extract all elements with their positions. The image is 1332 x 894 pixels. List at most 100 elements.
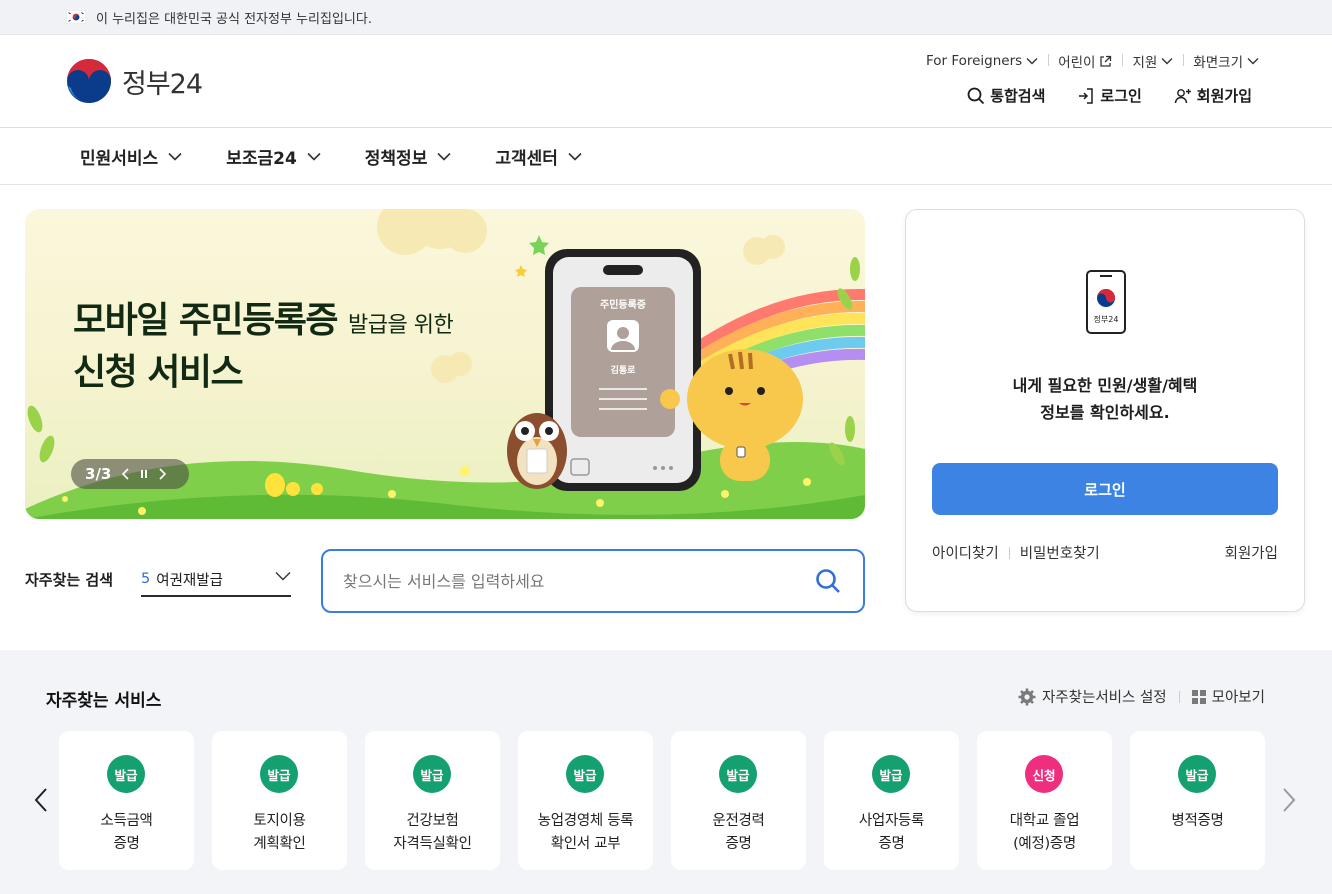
service-card[interactable]: 발급 농업경영체 등록 확인서 교부 [518,731,653,870]
popular-keyword: 여권재발급 [156,572,223,589]
section-title: 자주찾는 서비스 [46,691,162,711]
banner-pager: 3/3 [71,459,189,489]
service-name: 소득금액 증명 [100,813,153,852]
external-link-icon [1100,55,1112,67]
nav-label: 민원서비스 [80,148,159,169]
issue-badge: 발급 [413,755,451,793]
service-name: 토지이용 계획확인 [253,813,306,852]
nav-item-policy-info[interactable]: 정책정보 [365,144,452,169]
chevron-right-icon[interactable] [1280,786,1298,814]
favorite-settings-link[interactable]: 자주찾는서비스 설정 [1018,686,1167,707]
gov-notice-strip: 이 누리집은 대한민국 공식 전자정부 누리집입니다. [0,0,1332,35]
issue-badge: 발급 [107,755,145,793]
chevron-down-icon [568,152,582,161]
favorite-services-section: 자주찾는 서비스 자주찾는서비스 설정 모아보기 발급 소득금액 증명 발급 토… [0,650,1332,894]
banner-headline: 모바일 주민등록증 발급을 위한 [73,291,454,343]
issue-badge: 발급 [1178,755,1216,793]
util-support[interactable]: 지원 [1122,51,1183,71]
chevron-left-icon[interactable] [32,786,50,814]
nav-item-subsidy24[interactable]: 보조금24 [226,144,321,169]
chevron-down-icon [1247,58,1259,65]
gov24-logo[interactable]: 정부24 [66,58,203,104]
search-icon[interactable] [815,568,841,594]
next-slide-icon[interactable] [158,468,167,480]
service-name: 병적증명 [1171,813,1224,829]
korean-flag-icon [66,10,86,24]
grid-icon [1191,689,1206,704]
banner-slide-counter: 3/3 [85,465,112,483]
chevron-down-icon [275,572,291,581]
banner-headline-line2: 신청 서비스 [73,352,244,393]
login-card: 정부24 내게 필요한 민원/생활/혜택 정보를 확인하세요. 로그인 아이디찾… [905,209,1305,612]
mobile-icon-brand: 정부24 [1094,314,1119,324]
popular-search-select[interactable]: 5 여권재발급 [141,563,291,597]
gear-icon [1018,688,1036,705]
service-card[interactable]: 발급 소득금액 증명 [59,731,194,870]
service-name: 운전경력 증명 [712,813,765,852]
util-label: 어린이 [1058,55,1096,71]
view-all-link[interactable]: 모아보기 [1191,686,1265,707]
chevron-down-icon [437,152,451,161]
service-card[interactable]: 발급 건강보험 자격득실확인 [365,731,500,870]
service-name: 건강보험 자격득실확인 [393,813,472,852]
login-label: 로그인 [1100,87,1142,105]
settings-label: 자주찾는서비스 설정 [1041,690,1167,706]
util-label: 화면크기 [1193,55,1243,71]
util-label: 지원 [1132,55,1158,71]
service-card[interactable]: 발급 사업자등록 증명 [824,731,959,870]
site-header: 정부24 For Foreigners 어린이 지원 화면크기 통합검색 로그인 [0,35,1332,128]
nav-item-customer-center[interactable]: 고객센터 [495,144,582,169]
find-id-link[interactable]: 아이디찾기 [932,542,999,563]
service-card[interactable]: 발급 병적증명 [1130,731,1265,870]
service-search-box [321,549,865,613]
search-icon [967,87,985,104]
nav-item-civil-services[interactable]: 민원서비스 [80,144,182,169]
nav-label: 보조금24 [226,148,297,169]
nav-label: 정책정보 [364,148,428,169]
mobile-gov24-icon: 정부24 [1086,270,1126,334]
popular-rank: 5 [141,571,151,587]
add-user-icon [1174,88,1191,103]
pause-icon[interactable] [140,469,148,479]
signup-link[interactable]: 회원가입 [1225,542,1278,563]
favorite-service-cards: 발급 소득금액 증명 발급 토지이용 계획확인 발급 건강보험 자격득실확인 발… [59,731,1265,870]
banner-title-bold: 모바일 주민등록증 [73,300,339,341]
favorite-tools: 자주찾는서비스 설정 모아보기 [1018,686,1265,707]
account-links: 아이디찾기 비밀번호찾기 회원가입 [932,542,1278,563]
divider [1008,546,1010,559]
login-message-line2: 정보를 확인하세요. [1040,403,1170,422]
chevron-down-icon [307,152,321,161]
header-actions: 통합검색 로그인 회원가입 [967,85,1252,106]
quick-search-label: 자주찾는 검색 [25,571,114,589]
login-message: 내게 필요한 민원/생활/혜택 정보를 확인하세요. [906,372,1304,426]
util-label: For Foreigners [925,53,1023,69]
service-card[interactable]: 신청 대학교 졸업 (예정)증명 [977,731,1112,870]
service-card[interactable]: 발급 토지이용 계획확인 [212,731,347,870]
chevron-down-icon [168,152,182,161]
promo-banner[interactable]: 주민등록증 김통로 모바일 주민등록증 발급을 위한 신청 서비스 3/3 [25,209,865,519]
util-kids[interactable]: 어린이 [1048,51,1122,71]
banner-title-rest: 발급을 위한 [348,313,454,338]
issue-badge: 발급 [260,755,298,793]
signup-link[interactable]: 회원가입 [1174,85,1252,106]
login-link[interactable]: 로그인 [1077,85,1142,106]
integrated-search-link[interactable]: 통합검색 [967,85,1045,106]
service-name: 농업경영체 등록 확인서 교부 [537,813,634,852]
taegeuk-logo-icon [67,59,111,103]
find-password-link[interactable]: 비밀번호찾기 [1020,542,1100,563]
prev-slide-icon[interactable] [121,468,130,480]
login-icon [1079,87,1094,104]
service-name: 사업자등록 증명 [858,813,925,852]
logo-text: 정부24 [122,68,203,100]
util-for-foreigners[interactable]: For Foreigners [916,53,1048,69]
service-search-input[interactable] [343,571,783,591]
signup-label: 회원가입 [1196,87,1252,105]
view-all-label: 모아보기 [1211,690,1265,706]
util-screen-size[interactable]: 화면크기 [1183,51,1259,71]
service-card[interactable]: 발급 운전경력 증명 [671,731,806,870]
id-card-title: 주민등록증 [600,298,646,311]
nav-label: 고객센터 [495,148,558,169]
id-card-name: 김통로 [611,364,637,376]
login-message-line1: 내게 필요한 민원/생활/혜택 [1012,376,1198,395]
login-button[interactable]: 로그인 [932,463,1278,515]
